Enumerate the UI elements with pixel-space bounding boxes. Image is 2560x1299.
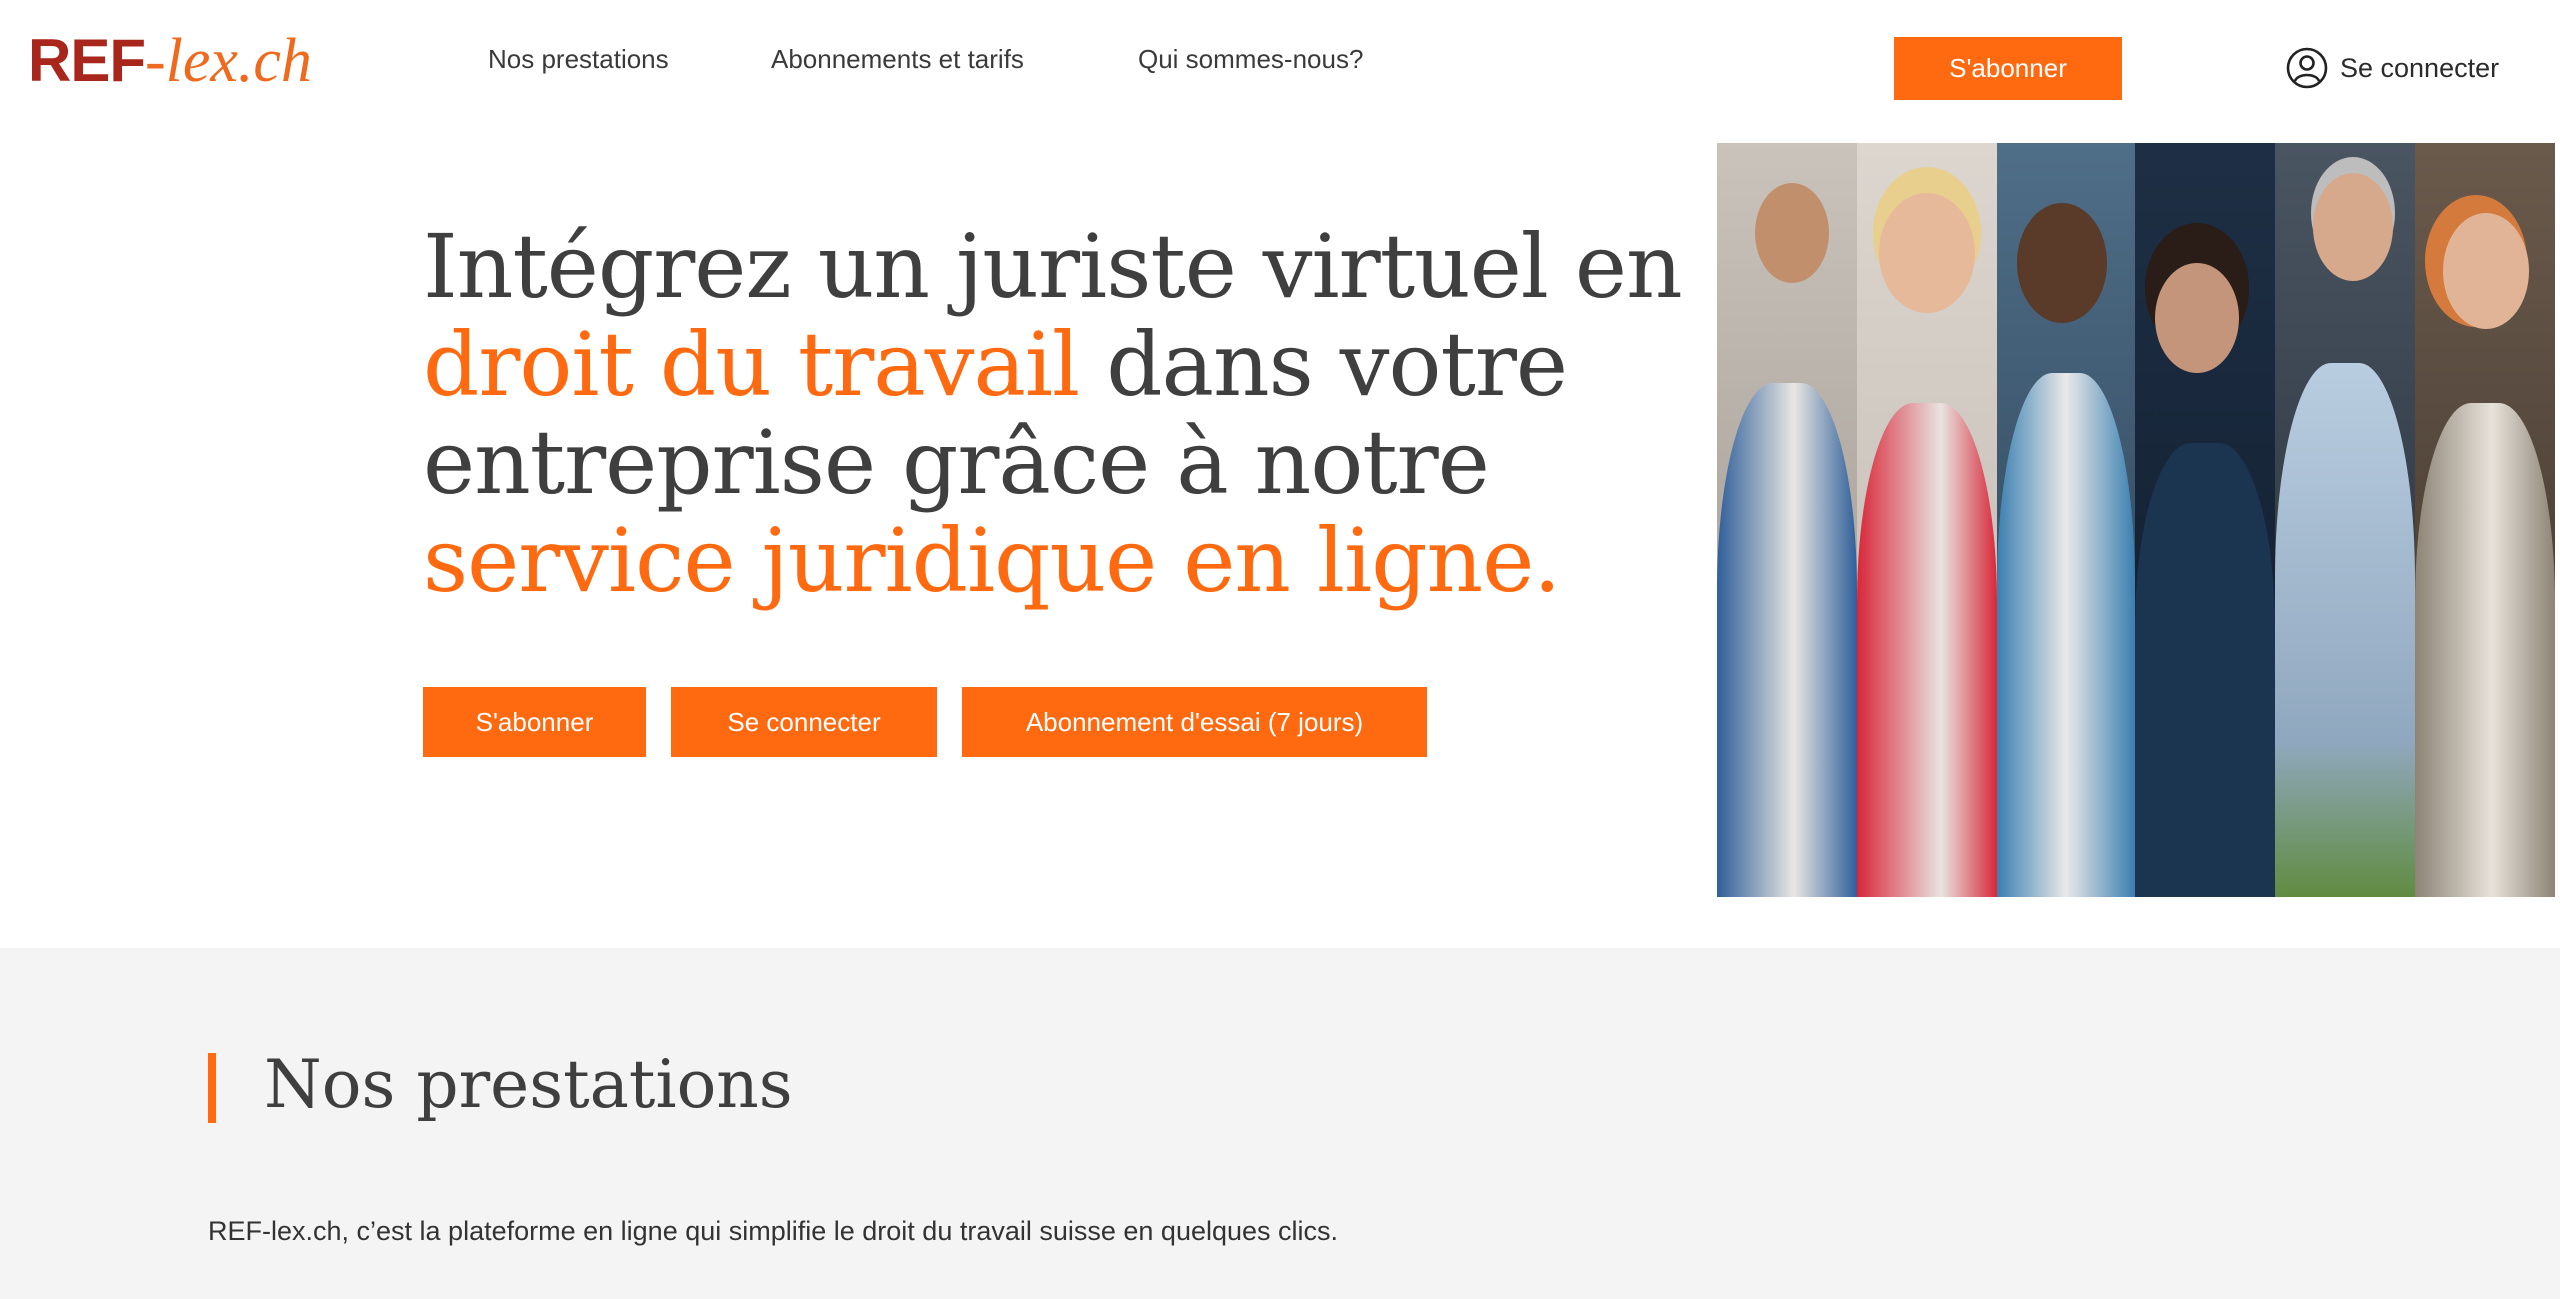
collage-panel-5	[2275, 143, 2415, 897]
hero-title-accent-1: droit du travail	[423, 313, 1080, 416]
hero-title-part-1: Intégrez un juriste virtuel en	[423, 215, 1683, 318]
services-title: Nos prestations	[264, 1046, 793, 1123]
nav-item-qui-sommes-nous[interactable]: Qui sommes-nous?	[1138, 44, 1363, 75]
hero-subscribe-button[interactable]: S'abonner	[423, 687, 646, 757]
services-description: REF-lex.ch, c’est la plateforme en ligne…	[208, 1216, 1339, 1246]
header-login-label: Se connecter	[2340, 52, 2500, 83]
header-login-link[interactable]: Se connecter	[2286, 46, 2499, 90]
logo-lex-text: -lex.ch	[145, 27, 312, 95]
collage-panel-2	[1857, 143, 1997, 897]
people-collage-image	[1717, 143, 2555, 897]
collage-panel-6	[2415, 143, 2555, 897]
site-header: REF -lex.ch Nos prestations Abonnements …	[0, 0, 2560, 143]
hero-login-button[interactable]: Se connecter	[671, 687, 937, 757]
section-accent-bar	[208, 1053, 216, 1123]
hero-trial-button[interactable]: Abonnement d'essai (7 jours)	[962, 687, 1427, 757]
user-circle-icon	[2286, 47, 2328, 89]
site-logo[interactable]: REF -lex.ch	[28, 26, 312, 96]
hero-title-accent-2: service juridique en ligne.	[423, 509, 1561, 612]
nav-item-nos-prestations[interactable]: Nos prestations	[488, 44, 669, 75]
collage-panel-4	[2135, 143, 2275, 897]
logo-ref-text: REF	[28, 27, 146, 94]
collage-panel-3	[1997, 143, 2135, 897]
collage-panel-1	[1717, 143, 1857, 897]
nav-item-abonnements-tarifs[interactable]: Abonnements et tarifs	[771, 44, 1024, 75]
header-subscribe-button[interactable]: S'abonner	[1894, 37, 2122, 100]
hero-title: Intégrez un juriste virtuel en droit du …	[423, 218, 1703, 610]
